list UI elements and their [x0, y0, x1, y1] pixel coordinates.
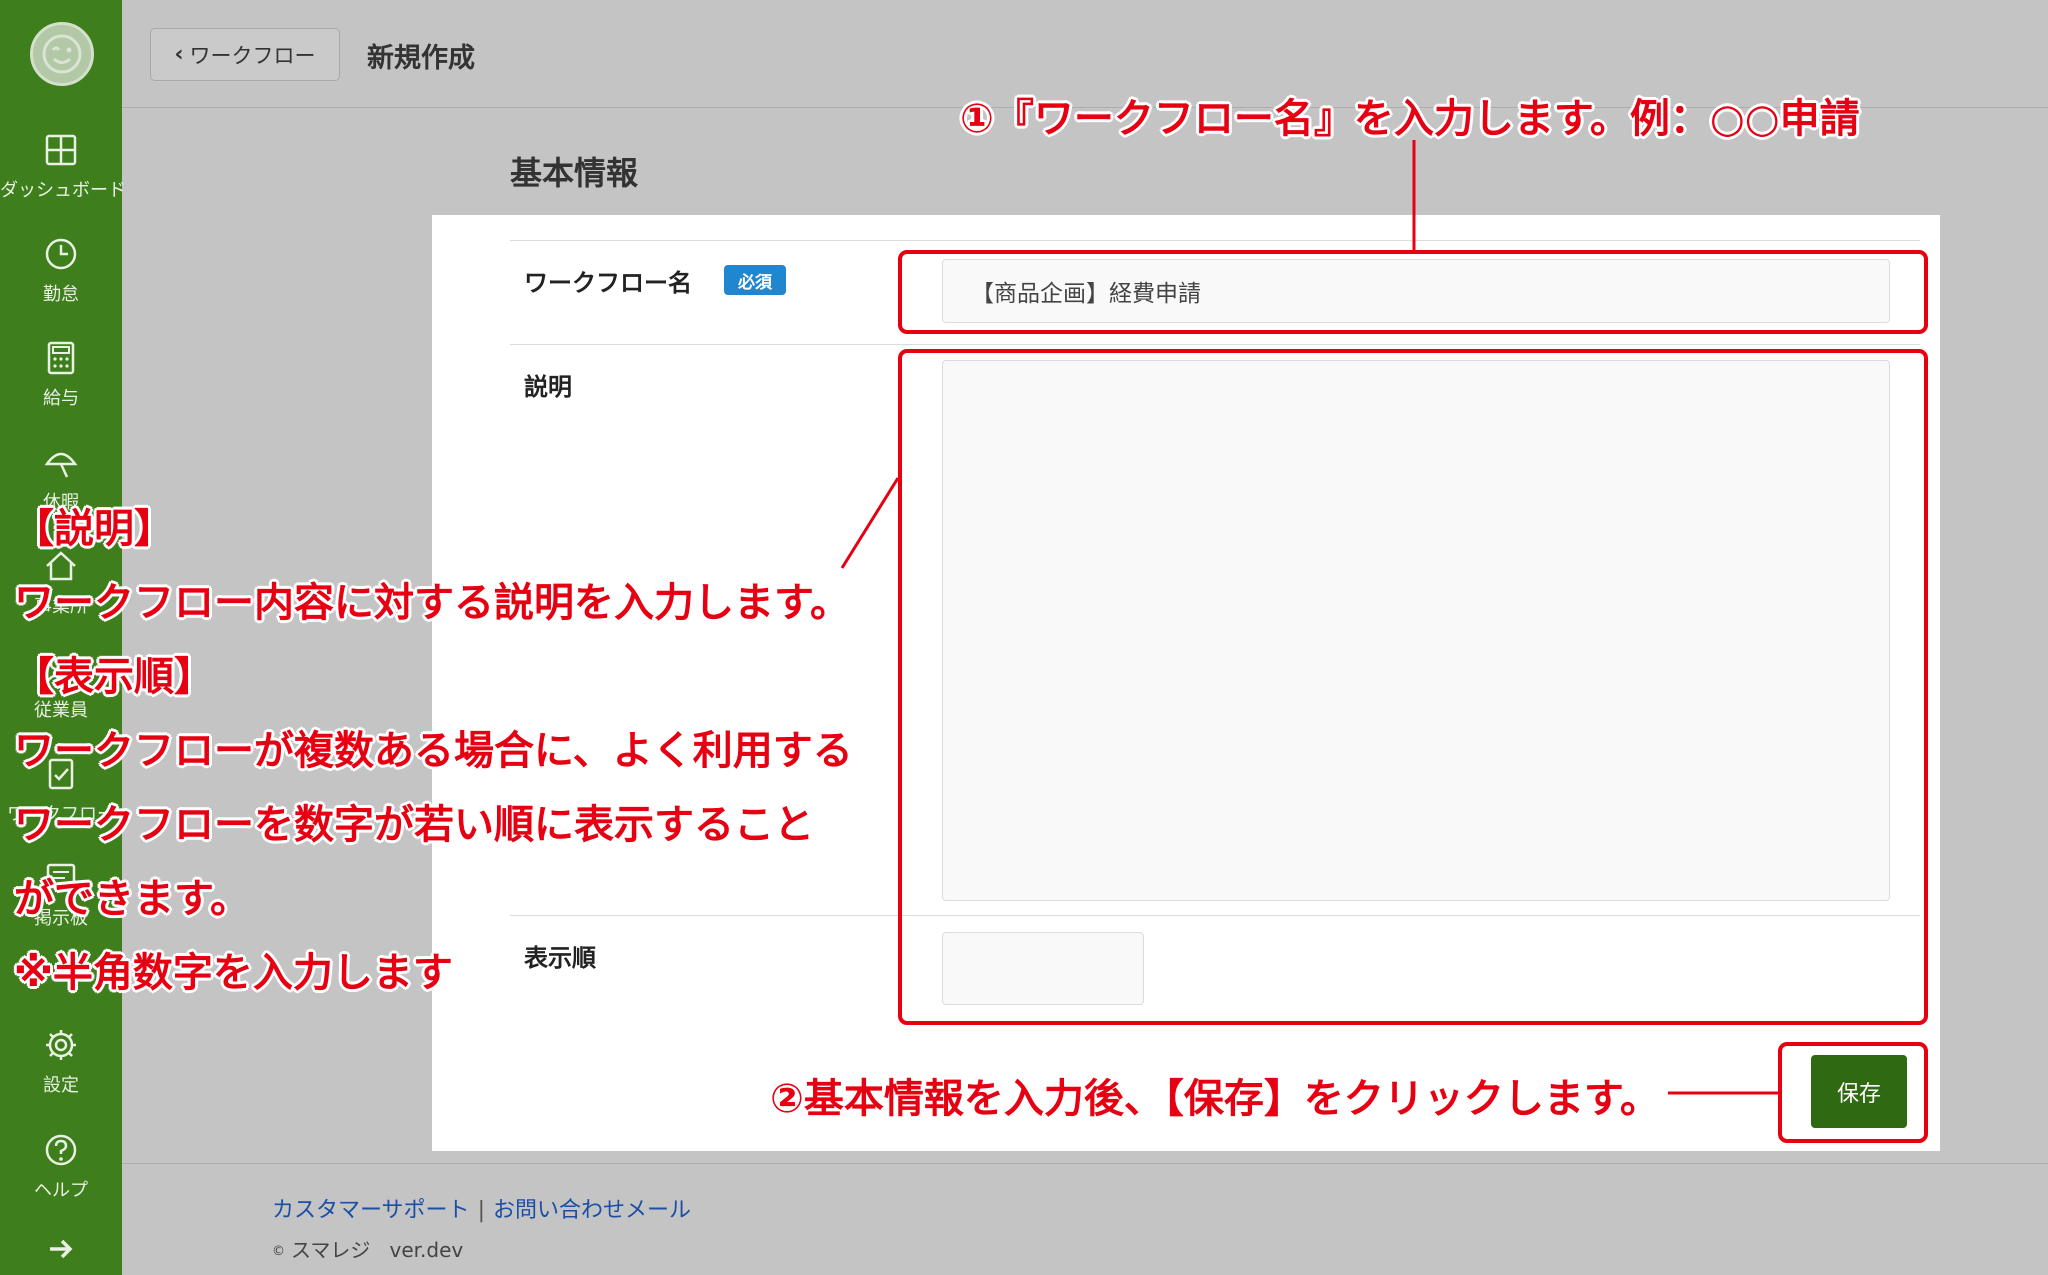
annotation-desc-body: ワークフロー内容に対する説明を入力します。 — [14, 580, 850, 626]
dashboard-icon — [45, 134, 77, 166]
sidebar-item-label: ヘルプ — [34, 1180, 88, 1201]
page-title: 新規作成 — [367, 43, 475, 74]
annotation-order-line1: ワークフローが複数ある場合に、よく利用する — [14, 728, 853, 774]
annotation-step2: ②基本情報を入力後、【保存】をクリックします。 — [770, 1076, 1660, 1122]
brand-name: スマレジ — [291, 1238, 371, 1262]
section-title: 基本情報 — [510, 154, 639, 192]
smiley-face-icon — [42, 34, 82, 74]
sidebar-item-settings[interactable]: 設定 — [0, 1027, 122, 1123]
calculator-icon — [47, 341, 75, 375]
gear-icon — [46, 1030, 76, 1060]
back-button[interactable]: ‹ ワークフロー — [150, 28, 340, 81]
chevron-left-icon: ‹ — [174, 42, 184, 67]
annotation-order-note: ※半角数字を入力します — [14, 950, 453, 996]
footer-links: カスタマーサポート | お問い合わせメール — [272, 1192, 691, 1224]
annotation-order-line3: ができます。 — [14, 876, 250, 922]
sidebar-item-attendance[interactable]: 勤怠 — [0, 236, 122, 332]
back-button-label: ワークフロー — [189, 43, 316, 68]
annotation-step1: ①『ワークフロー名』を入力します。例：○○申請 — [960, 96, 1860, 142]
annotation-box-save — [1778, 1042, 1928, 1143]
customer-support-link[interactable]: カスタマーサポート — [272, 1198, 470, 1223]
sidebar-item-help[interactable]: ヘルプ — [0, 1132, 122, 1228]
sidebar-item-payroll[interactable]: 給与 — [0, 340, 122, 436]
footer-separator: | — [477, 1198, 485, 1223]
page-footer: カスタマーサポート | お問い合わせメール © スマレジ ver.dev — [122, 1163, 2048, 1275]
annotation-desc-heading: 【説明】 — [14, 506, 174, 552]
annotation-order-line2: ワークフローを数字が若い順に表示すること — [14, 802, 814, 848]
help-icon — [45, 1134, 77, 1166]
sidebar-item-label: 給与 — [43, 388, 79, 409]
annotation-box-name — [898, 250, 1928, 334]
required-badge: 必須 — [724, 265, 786, 295]
annotation-order-heading: 【表示順】 — [14, 654, 214, 700]
sidebar: ダッシュボード 勤怠 給与 休暇 事業所 従業員 ワークフロー 掲示板 設定 ヘ… — [0, 0, 126, 1275]
user-avatar[interactable] — [30, 22, 94, 86]
sidebar-item-label: 勤怠 — [43, 284, 79, 305]
umbrella-icon — [44, 452, 78, 478]
contact-mail-link[interactable]: お問い合わせメール — [493, 1198, 691, 1223]
sidebar-item-dashboard[interactable]: ダッシュボード — [0, 132, 126, 228]
description-label: 説明 — [524, 373, 572, 401]
clock-icon — [45, 238, 77, 270]
expand-arrow-icon[interactable] — [46, 1234, 76, 1264]
annotation-box-description — [898, 349, 1928, 1025]
copyright-symbol: © — [272, 1244, 285, 1259]
row-divider — [510, 240, 1920, 241]
footer-version: © スマレジ ver.dev — [272, 1234, 463, 1263]
workflow-name-label: ワークフロー名 — [524, 269, 692, 297]
version-text: ver.dev — [389, 1238, 464, 1262]
row-divider — [510, 344, 1920, 345]
sidebar-item-label: 設定 — [43, 1075, 79, 1096]
display-order-label: 表示順 — [524, 944, 596, 972]
sidebar-item-label: ダッシュボード — [0, 180, 126, 201]
